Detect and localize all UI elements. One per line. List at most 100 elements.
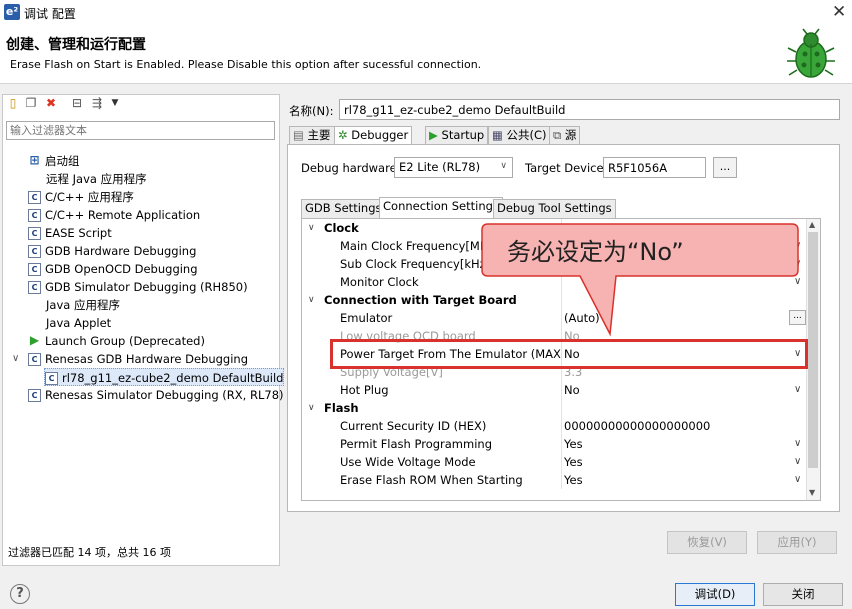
chevron-down-icon: ∨ [500, 161, 507, 171]
tree-item[interactable]: C C/C++ 应用程序 [28, 188, 134, 206]
tree-item-label: EASE Script [45, 226, 112, 240]
property-name: Current Security ID (HEX) [340, 419, 487, 433]
tree-item-label: C/C++ 应用程序 [45, 190, 134, 204]
tree-item-label: Renesas GDB Hardware Debugging [45, 352, 248, 366]
tree-item[interactable]: C GDB Simulator Debugging (RH850) [28, 278, 248, 296]
tab-common[interactable]: ▦ 公共(C) [488, 126, 551, 144]
c-config-icon: C [28, 245, 41, 258]
tab-label: 主要 [307, 128, 331, 142]
grid-property-row[interactable]: Permit Flash Programming Yes ∨ [302, 435, 809, 453]
grid-scroll-thumb[interactable] [808, 232, 818, 468]
debug-button[interactable]: 调试(D) [675, 583, 755, 606]
launch-group-icon: ⊞ [29, 153, 40, 167]
property-name: Hot Plug [340, 383, 389, 397]
c-config-icon: C [28, 281, 41, 294]
debug-hardware-label: Debug hardware: [301, 161, 401, 175]
tab-gdb-settings[interactable]: GDB Settings [301, 199, 386, 218]
tree-item[interactable]: C GDB Hardware Debugging [28, 242, 196, 260]
tab-startup[interactable]: ▶ Startup [425, 126, 489, 144]
tab-source[interactable]: ⧉ 源 [549, 126, 581, 144]
window-title: 调试 配置 [24, 7, 76, 21]
tab-main[interactable]: ▤ 主要 [289, 126, 335, 144]
new-config-icon[interactable]: ▯ [6, 96, 20, 110]
tree-item-label: Java 应用程序 [46, 298, 120, 312]
c-config-icon: C [28, 353, 41, 366]
app-icon: e² [4, 4, 20, 20]
tab-label: Startup [441, 128, 485, 142]
tree-item[interactable]: Java 应用程序 [46, 296, 120, 314]
c-config-icon: C [28, 263, 41, 276]
chevron-down-icon[interactable]: ∨ [794, 435, 801, 453]
debugger-tab-icon: ✲ [338, 128, 348, 142]
grid-property-row[interactable]: Erase Flash ROM When Starting Yes ∨ [302, 471, 809, 489]
scroll-up-icon[interactable]: ▲ [809, 220, 815, 229]
close-button[interactable]: 关闭 [763, 583, 843, 606]
collapse-chevron-icon[interactable]: ∨ [308, 291, 315, 309]
filter-match-status: 过滤器已匹配 14 项，总共 16 项 [8, 546, 171, 559]
tree-item-label: 远程 Java 应用程序 [46, 172, 147, 186]
tree-item-label: GDB OpenOCD Debugging [45, 262, 198, 276]
tab-label: Debugger [351, 128, 409, 142]
tree-item[interactable]: C EASE Script [28, 224, 112, 242]
c-config-icon: C [28, 227, 41, 240]
revert-button[interactable]: 恢复(V) [667, 531, 747, 554]
debug-hardware-select[interactable]: E2 Lite (RL78) ∨ [394, 157, 513, 178]
property-value[interactable]: Yes [564, 453, 804, 471]
expand-chevron-icon[interactable]: ∨ [12, 350, 19, 368]
tab-label: 公共(C) [506, 128, 547, 142]
filter-input[interactable] [6, 121, 275, 140]
property-value[interactable]: Yes [564, 471, 804, 489]
column-divider [561, 381, 562, 399]
help-icon[interactable]: ? [10, 584, 30, 604]
grid-property-row[interactable]: Hot Plug No ∨ [302, 381, 809, 399]
grid-property-row[interactable]: Current Security ID (HEX) 000000000000000… [302, 417, 809, 435]
chevron-down-icon[interactable]: ∨ [794, 453, 801, 471]
source-tab-icon: ⧉ [553, 128, 562, 142]
name-field[interactable] [339, 99, 840, 120]
delete-icon[interactable]: ✖ [44, 96, 58, 110]
collapse-chevron-icon[interactable]: ∨ [308, 399, 315, 417]
tree-item[interactable]: Crl78_g11_ez-cube2_demo DefaultBuild [44, 368, 285, 386]
tab-connection-settings[interactable]: Connection Settings [379, 197, 503, 218]
column-divider [561, 417, 562, 435]
property-name: Use Wide Voltage Mode [340, 455, 476, 469]
tree-item[interactable]: C Renesas Simulator Debugging (RX, RL78) [28, 386, 284, 404]
title-bar [0, 0, 852, 26]
scroll-down-icon[interactable]: ▼ [809, 488, 815, 497]
property-value[interactable]: 00000000000000000000 [564, 417, 804, 435]
property-value[interactable]: No [564, 381, 804, 399]
property-value[interactable]: Yes [564, 435, 804, 453]
duplicate-icon[interactable]: ❐ [24, 96, 38, 110]
chevron-down-icon[interactable]: ∨ [794, 471, 801, 489]
highlight-box [330, 339, 808, 369]
target-device-field[interactable] [603, 157, 706, 178]
tab-debugger[interactable]: ✲ Debugger [334, 126, 413, 145]
property-name: Flash [324, 401, 359, 415]
chevron-down-icon[interactable]: ∨ [794, 381, 801, 399]
apply-button[interactable]: 应用(Y) [757, 531, 837, 554]
tree-item[interactable]: Java Applet [46, 314, 111, 332]
tree-item[interactable]: C Renesas GDB Hardware Debugging [28, 350, 248, 368]
collapse-all-icon[interactable]: ⊟ [70, 96, 84, 110]
column-divider [561, 399, 562, 417]
c-config-icon: C [45, 372, 58, 385]
tree-item[interactable]: ▶ Launch Group (Deprecated) [28, 332, 205, 350]
tree-item[interactable]: C GDB OpenOCD Debugging [28, 260, 198, 278]
tree-item-label: Launch Group (Deprecated) [45, 334, 205, 348]
tree-item-label: rl78_g11_ez-cube2_demo DefaultBuild [62, 371, 284, 385]
common-tab-icon: ▦ [492, 128, 503, 142]
main-tab-icon: ▤ [293, 128, 304, 142]
close-icon[interactable]: ✕ [832, 2, 846, 22]
dialog-message: Erase Flash on Start is Enabled. Please … [10, 58, 482, 71]
collapse-chevron-icon[interactable]: ∨ [308, 219, 315, 237]
dropdown-icon[interactable]: ▼ [108, 96, 122, 110]
browse-device-button[interactable]: ... [713, 157, 737, 178]
tree-item[interactable]: ⊞ 启动组 [28, 152, 79, 170]
tree-item[interactable]: 远程 Java 应用程序 [46, 170, 147, 188]
filter-icon[interactable]: ⇶ [90, 96, 104, 110]
tab-debug-tool-settings[interactable]: Debug Tool Settings [493, 199, 616, 218]
tree-item[interactable]: C C/C++ Remote Application [28, 206, 200, 224]
grid-property-row[interactable]: Use Wide Voltage Mode Yes ∨ [302, 453, 809, 471]
tab-label: 源 [564, 128, 577, 142]
grid-category-row[interactable]: ∨ Flash [302, 399, 809, 417]
